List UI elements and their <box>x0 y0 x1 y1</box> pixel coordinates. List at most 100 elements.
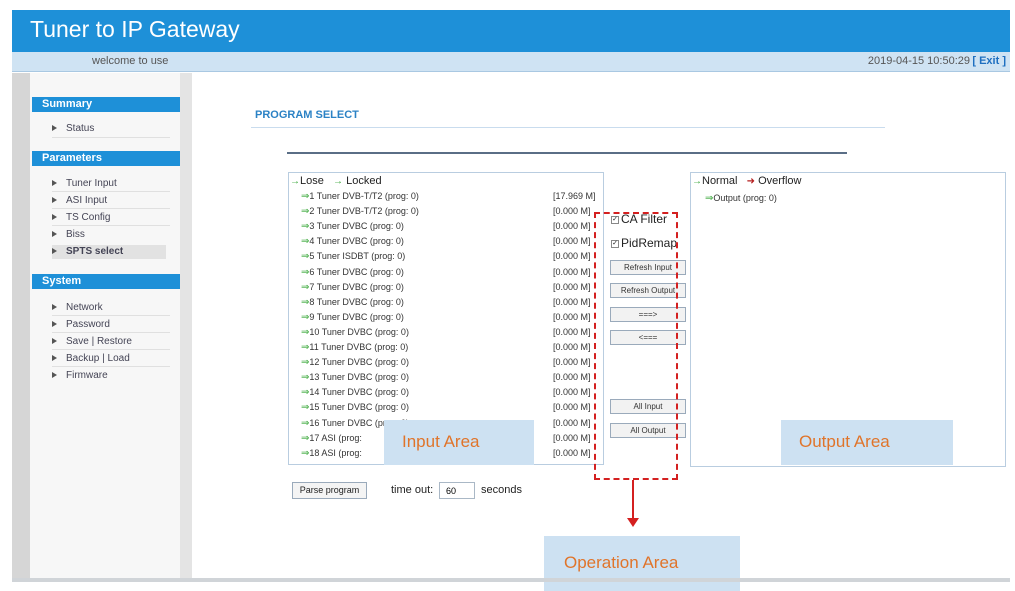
triangle-icon <box>52 197 57 204</box>
list-item[interactable]: ⇒2 Tuner DVB-T/T2 (prog: 0) [0.000 M] <box>301 206 601 221</box>
sidebar-item-firmware[interactable]: Firmware <box>52 369 108 383</box>
sidebar-item-backup-load[interactable]: Backup | Load <box>52 352 130 366</box>
sidebar-item-ts-config[interactable]: TS Config <box>52 211 110 225</box>
lose-arrow-icon: → <box>290 176 300 187</box>
triangle-icon <box>52 355 57 362</box>
list-item[interactable]: ⇒9 Tuner DVBC (prog: 0) [0.000 M] <box>301 312 601 327</box>
list-item[interactable]: ⇒14 Tuner DVBC (prog: 0) [0.000 M] <box>301 387 601 402</box>
output-item[interactable]: ⇒Output (prog: 0) <box>705 193 777 204</box>
list-item[interactable]: ⇒1 Tuner DVB-T/T2 (prog: 0) [17.969 M] <box>301 191 601 206</box>
timeout-label: time out: <box>391 484 434 496</box>
sidebar-item-label: Tuner Input <box>66 178 117 189</box>
program-bitrate: [0.000 M] <box>553 326 591 337</box>
sidebar-item-network[interactable]: Network <box>52 301 103 315</box>
divider <box>251 127 885 128</box>
program-label: 5 Tuner ISDBT (prog: 0) <box>309 251 406 262</box>
program-name: ⇒9 Tuner DVBC (prog: 0) <box>301 312 404 323</box>
triangle-icon <box>52 248 57 255</box>
seconds-label: seconds <box>481 484 522 496</box>
program-label: 18 ASI (prog: <box>309 447 362 458</box>
program-name: ⇒10 Tuner DVBC (prog: 0) <box>301 327 409 338</box>
list-item[interactable]: ⇒5 Tuner ISDBT (prog: 0) [0.000 M] <box>301 251 601 266</box>
page: Tuner to IP Gateway welcome to use 2019-… <box>0 0 1015 591</box>
legend-normal: Normal <box>702 175 738 187</box>
program-bitrate: [0.000 M] <box>553 206 591 217</box>
divider <box>52 315 170 316</box>
operation-area-highlight <box>594 212 678 480</box>
list-item[interactable]: ⇒12 Tuner DVBC (prog: 0) [0.000 M] <box>301 357 601 372</box>
program-label: 8 Tuner DVBC (prog: 0) <box>309 296 404 307</box>
program-bitrate: [0.000 M] <box>553 236 591 247</box>
program-bitrate: [0.000 M] <box>553 387 591 398</box>
parse-program-button[interactable]: Parse program <box>292 482 367 499</box>
program-name: ⇒18 ASI (prog: <box>301 448 362 459</box>
list-item[interactable]: ⇒15 Tuner DVBC (prog: 0) [0.000 M] <box>301 402 601 417</box>
program-bitrate: [0.000 M] <box>553 221 591 232</box>
sidebar-item-asi-input[interactable]: ASI Input <box>52 194 107 208</box>
sidebar-item-label: Firmware <box>66 370 108 381</box>
sidebar-item-password[interactable]: Password <box>52 318 110 332</box>
program-label: 14 Tuner DVBC (prog: 0) <box>309 387 409 398</box>
program-label: 10 Tuner DVBC (prog: 0) <box>309 326 409 337</box>
list-item[interactable]: ⇒3 Tuner DVBC (prog: 0) [0.000 M] <box>301 221 601 236</box>
sidebar-item-label: Backup | Load <box>66 353 130 364</box>
operation-area-label: Operation Area <box>544 536 740 591</box>
sidebar-item-biss[interactable]: Biss <box>52 228 85 242</box>
triangle-icon <box>52 180 57 187</box>
list-item[interactable]: ⇒8 Tuner DVBC (prog: 0) [0.000 M] <box>301 297 601 312</box>
program-name: ⇒2 Tuner DVB-T/T2 (prog: 0) <box>301 206 419 217</box>
program-bitrate: [0.000 M] <box>553 311 591 322</box>
exit-link[interactable]: [ Exit ] <box>972 55 1006 67</box>
overflow-arrow-icon: ➜ <box>746 176 756 187</box>
program-name: ⇒12 Tuner DVBC (prog: 0) <box>301 357 409 368</box>
sidebar-item-label: ASI Input <box>66 195 108 206</box>
list-item[interactable]: ⇒6 Tuner DVBC (prog: 0) [0.000 M] <box>301 267 601 282</box>
program-label: 2 Tuner DVB-T/T2 (prog: 0) <box>309 206 419 217</box>
program-name: ⇒1 Tuner DVB-T/T2 (prog: 0) <box>301 191 419 202</box>
sidebar-item-spts-select[interactable]: SPTS select <box>52 245 166 259</box>
app-title: Tuner to IP Gateway <box>30 16 240 42</box>
left-frame <box>12 73 30 578</box>
program-name: ⇒15 Tuner DVBC (prog: 0) <box>301 402 409 413</box>
input-area-label: Input Area <box>384 420 534 465</box>
program-label: 12 Tuner DVBC (prog: 0) <box>309 357 409 368</box>
program-bitrate: [0.000 M] <box>553 357 591 368</box>
program-label: 9 Tuner DVBC (prog: 0) <box>309 311 404 322</box>
sidebar-item-label: TS Config <box>66 212 111 223</box>
program-name: ⇒5 Tuner ISDBT (prog: 0) <box>301 251 405 262</box>
list-item[interactable]: ⇒7 Tuner DVBC (prog: 0) [0.000 M] <box>301 282 601 297</box>
divider <box>52 366 170 367</box>
list-item[interactable]: ⇒10 Tuner DVBC (prog: 0) [0.000 M] <box>301 327 601 342</box>
program-name: ⇒4 Tuner DVBC (prog: 0) <box>301 236 404 247</box>
sidebar-section-summary: Summary <box>32 97 180 112</box>
program-label: 17 ASI (prog: <box>309 432 362 443</box>
sidebar-item-save-restore[interactable]: Save | Restore <box>52 335 132 349</box>
program-name: ⇒13 Tuner DVBC (prog: 0) <box>301 372 409 383</box>
list-item[interactable]: ⇒11 Tuner DVBC (prog: 0) [0.000 M] <box>301 342 601 357</box>
divider <box>52 349 170 350</box>
timeout-input[interactable] <box>439 482 475 499</box>
list-item[interactable]: ⇒4 Tuner DVBC (prog: 0) [0.000 M] <box>301 236 601 251</box>
triangle-icon <box>52 338 57 345</box>
page-title: PROGRAM SELECT <box>255 109 359 121</box>
program-bitrate: [0.000 M] <box>553 251 591 262</box>
divider <box>52 191 170 192</box>
program-label: 1 Tuner DVB-T/T2 (prog: 0) <box>309 191 419 201</box>
program-name: ⇒8 Tuner DVBC (prog: 0) <box>301 297 404 308</box>
sidebar-item-status[interactable]: Status <box>52 122 94 136</box>
program-bitrate: [0.000 M] <box>553 281 591 292</box>
program-bitrate: [0.000 M] <box>553 417 591 428</box>
program-bitrate: [0.000 M] <box>553 447 591 458</box>
program-bitrate: [0.000 M] <box>553 402 591 413</box>
program-name: ⇒17 ASI (prog: <box>301 433 362 444</box>
program-bitrate: [0.000 M] <box>553 296 591 307</box>
triangle-icon <box>52 321 57 328</box>
program-label: 11 Tuner DVBC (prog: 0) <box>309 342 409 352</box>
list-item[interactable]: ⇒13 Tuner DVBC (prog: 0) [0.000 M] <box>301 372 601 387</box>
program-bitrate: [0.000 M] <box>553 432 591 443</box>
sidebar-item-label: Save | Restore <box>66 336 132 347</box>
sidebar-separator <box>180 73 192 578</box>
sidebar-item-tuner-input[interactable]: Tuner Input <box>52 177 117 191</box>
divider <box>52 137 170 138</box>
program-label: 13 Tuner DVBC (prog: 0) <box>309 372 409 383</box>
